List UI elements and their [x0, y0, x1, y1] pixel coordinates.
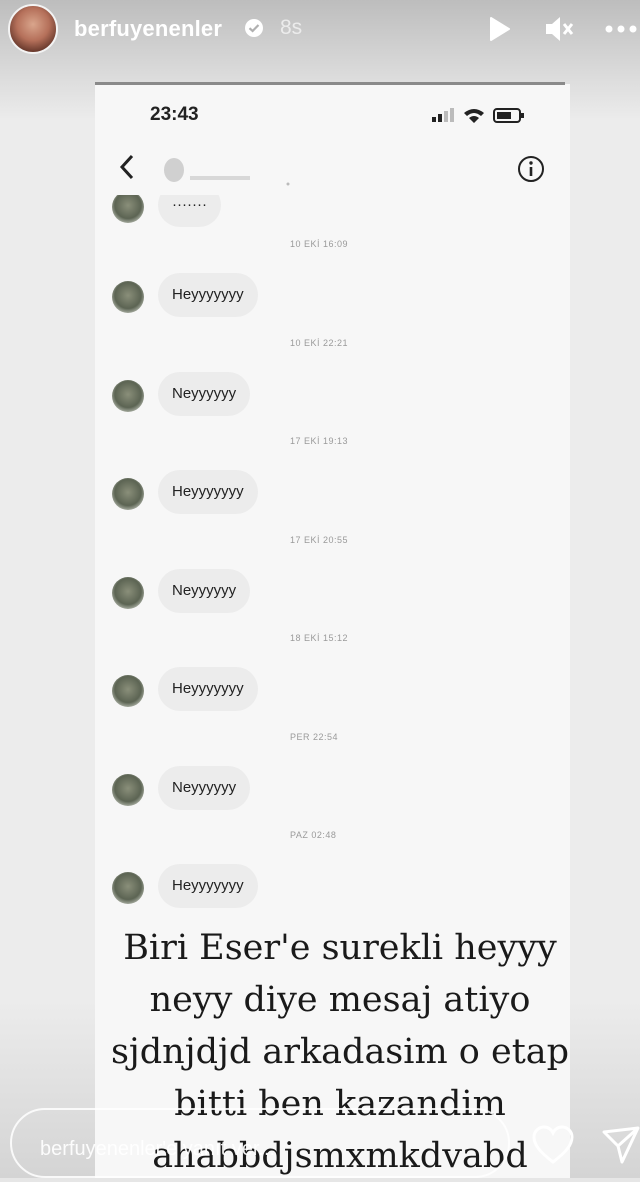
reply-placeholder: berfuyenenler'e yanıt ver... [40, 1138, 276, 1160]
message-timestamp: PAZ 02:48 [290, 830, 337, 840]
message-bubble[interactable]: Heyyyyyyy [158, 470, 258, 514]
contact-name-blurred [164, 158, 290, 186]
sender-avatar[interactable] [112, 478, 144, 510]
message-thread: ······· 10 EKİ 16:09 Heyyyyyyy 10 EKİ 22:21… [95, 195, 570, 935]
message-timestamp: PER 22:54 [290, 731, 339, 742]
status-clock: 23:43 [150, 104, 199, 125]
send-icon[interactable] [600, 1124, 640, 1166]
message-bubble[interactable]: Heyyyyyyy [158, 273, 258, 317]
sender-avatar[interactable] [112, 195, 144, 223]
back-arrow-icon[interactable] [114, 150, 140, 184]
profile-avatar[interactable] [8, 4, 58, 54]
info-icon[interactable] [516, 154, 546, 184]
message-bubble[interactable]: Neyyyyyy [158, 765, 251, 810]
sender-avatar[interactable] [112, 379, 144, 412]
sender-avatar[interactable] [112, 281, 144, 313]
sender-avatar[interactable] [112, 576, 144, 609]
more-icon[interactable] [600, 12, 640, 46]
story-username[interactable]: berfuyenenler [74, 16, 222, 42]
message-bubble[interactable]: Neyyyyyy [158, 568, 251, 613]
message-bubble[interactable]: Heyyyyyyy [158, 667, 258, 711]
heart-icon[interactable] [530, 1124, 576, 1166]
divider [95, 82, 565, 85]
story-time-ago: 8s [280, 16, 303, 39]
message-timestamp: 18 EKİ 15:12 [290, 633, 349, 643]
message-bubble[interactable]: Neyyyyyy [158, 371, 251, 416]
message-bubble[interactable]: ······· [158, 195, 221, 227]
sender-avatar[interactable] [112, 872, 144, 904]
message-timestamp: 10 EKİ 22:21 [290, 337, 349, 348]
caption-line: sjdnjdjd arkadasim o etap [110, 1032, 570, 1072]
verified-badge-icon [245, 19, 263, 37]
message-timestamp: 10 EKİ 16:09 [290, 239, 349, 249]
message-bubble[interactable]: Heyyyyyyy [158, 864, 258, 908]
sender-avatar[interactable] [112, 675, 144, 707]
caption-line: Biri Eser'e surekli heyyy [123, 928, 557, 968]
message-timestamp: 17 EKİ 20:55 [290, 534, 349, 545]
story-header: berfuyenenler 8s [0, 0, 640, 64]
sender-avatar[interactable] [112, 773, 144, 806]
story-container: berfuyenenler 8s 23:43 ······· 10 EKİ 16… [0, 0, 640, 1178]
mute-icon[interactable] [542, 12, 576, 46]
caption-line: neyy diye mesaj atiyo [149, 980, 531, 1020]
status-bar-icons [432, 108, 524, 123]
play-icon[interactable] [482, 12, 516, 46]
message-timestamp: 17 EKİ 19:13 [290, 436, 349, 446]
